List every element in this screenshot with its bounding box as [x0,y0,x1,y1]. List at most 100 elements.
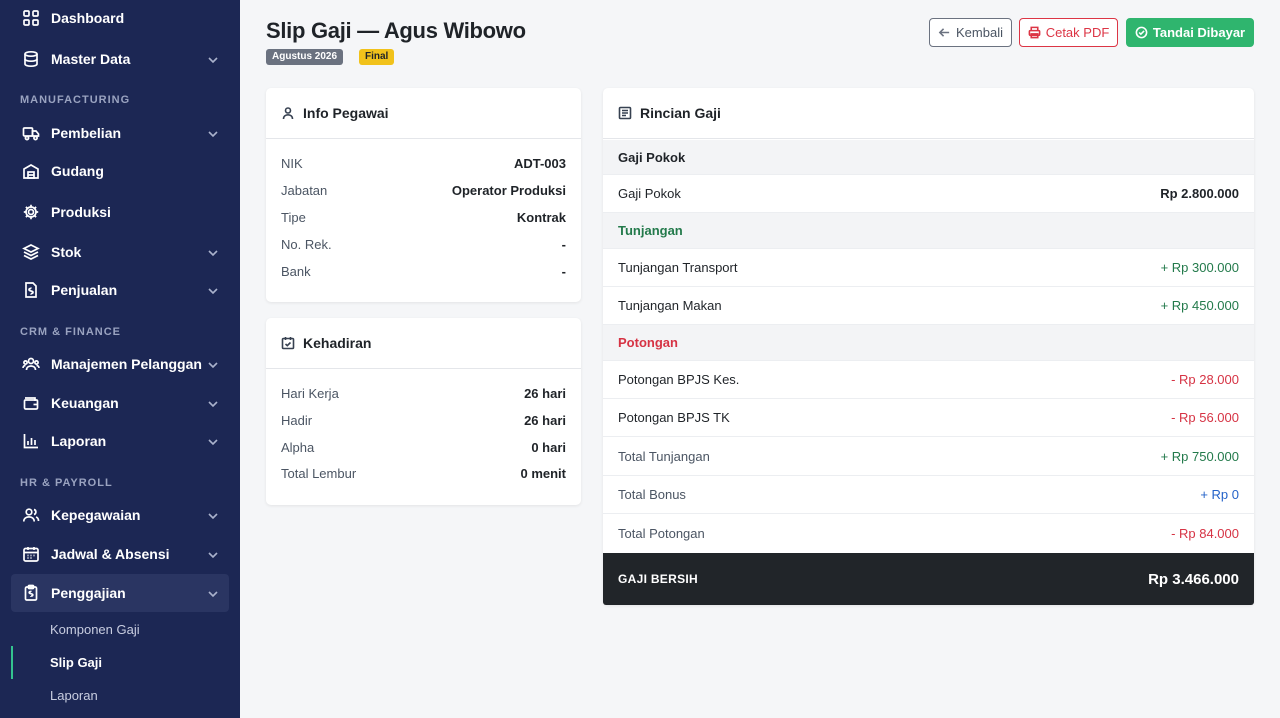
sidebar-item-manajemen-pelanggan[interactable]: Manajemen Pelanggan [11,346,229,382]
back-button[interactable]: Kembali [929,18,1012,47]
sidebar-item-jadwal-absensi[interactable]: Jadwal & Absensi [11,536,229,572]
sidebar-item-stok[interactable]: Stok [11,234,229,270]
kehadiran-header: Kehadiran [266,318,581,369]
total-tunjangan-amount: + Rp 750.000 [1160,448,1239,464]
rincian-gaji-card: Rincian Gaji Gaji Pokok Gaji Pokok Rp 2.… [603,88,1254,605]
arrow-left-icon [938,28,950,37]
period-badge: Agustus 2026 [266,49,344,65]
info-pegawai-card: Info Pegawai NIK ADT-003 Jabatan Operator … [266,88,581,302]
info-row: Bank - [281,261,566,281]
page-title: Slip Gaji — Agus Wibowo [266,18,526,43]
info-row: NIK ADT-003 [281,153,566,173]
net-salary-row: GAJI BERSIH Rp 3.466.000 [603,553,1254,605]
info-value: Operator Produksi [451,182,566,198]
status-badge: Final [359,49,395,65]
salary-label: Potongan BPJS TK [618,410,730,425]
info-pegawai-header: Info Pegawai [266,88,581,139]
mark-paid-button[interactable]: Tandai Dibayar [1126,18,1254,47]
chevron-down-icon [207,587,219,599]
salary-label: Tunjangan Transport [618,260,738,275]
salary-amount: - Rp 28.000 [1171,372,1239,387]
net-salary-amount: Rp 3.466.000 [1148,570,1239,588]
total-row: Total Potongan - Rp 84.000 [603,514,1254,553]
sidebar-item-laporan[interactable]: Laporan [11,423,229,459]
printer-icon [1028,26,1041,39]
total-potongan-label: Total Potongan [618,526,705,541]
salary-row: Potongan BPJS Kes. - Rp 28.000 [603,361,1254,399]
user-icon [282,107,294,120]
sidebar-item-pembelian[interactable]: Pembelian [11,115,229,151]
section-label: Potongan [618,335,678,350]
attendance-row: Total Lembur 0 menit [281,463,566,483]
sidebar-item-label: Master Data [51,51,131,67]
chevron-down-icon [207,435,219,447]
info-row: Tipe Kontrak [281,207,566,227]
total-bonus-label: Total Bonus [618,487,686,502]
mark-paid-button-label: Tandai Dibayar [1152,25,1246,40]
sidebar-subitem-komponen-gaji[interactable]: Komponen Gaji [50,622,140,637]
sidebar-subitem-laporan[interactable]: Laporan [50,688,98,703]
attendance-value: 26 hari [524,385,566,401]
calendar-check-icon [281,337,295,350]
attendance-label: Alpha [281,439,315,455]
sidebar-item-produksi[interactable]: Produksi [11,194,229,230]
sidebar-item-kepegawaian[interactable]: Kepegawaian [11,497,229,533]
section-row-gaji-pokok: Gaji Pokok [603,140,1254,175]
gear-icon [22,203,40,221]
chevron-down-icon [207,548,219,560]
sidebar-item-master-data[interactable]: Master Data [11,41,229,77]
kehadiran-title: Kehadiran [303,335,372,351]
back-button-label: Kembali [956,25,1003,40]
sidebar-item-dashboard[interactable]: Dashboard [11,0,229,36]
info-value: - [561,263,566,279]
sidebar-item-label: Pembelian [51,125,122,141]
sidebar-item-label: Laporan [51,433,107,449]
print-pdf-button[interactable]: Cetak PDF [1019,18,1118,47]
user-group-icon [22,506,40,524]
attendance-row: Alpha 0 hari [281,437,566,457]
sidebar-item-label: Stok [51,244,82,260]
total-bonus-amount: + Rp 0 [1200,487,1239,502]
active-indicator [11,646,13,679]
salary-row: Tunjangan Transport + Rp 300.000 [603,249,1254,287]
sidebar-subitem-slip-gaji[interactable]: Slip Gaji [50,655,102,670]
chevron-down-icon [207,284,219,296]
chevron-down-icon [207,397,219,409]
sidebar-item-penggajian[interactable]: Penggajian [11,574,229,612]
users-icon [22,355,40,373]
attendance-row: Hadir 26 hari [281,410,566,430]
sidebar-item-gudang[interactable]: Gudang [11,153,229,189]
rincian-gaji-header: Rincian Gaji [603,88,1254,139]
salary-amount: + Rp 300.000 [1160,260,1239,275]
chevron-down-icon [207,246,219,258]
info-label: Tipe [281,209,306,225]
warehouse-icon [22,162,40,180]
payroll-clipboard-icon [22,584,40,602]
sidebar-item-keuangan[interactable]: Keuangan [11,385,229,421]
salary-amount: + Rp 450.000 [1160,298,1239,313]
database-icon [22,50,40,68]
info-value: - [561,236,566,252]
sidebar-item-label: Produksi [51,204,111,220]
sidebar-item-penjualan[interactable]: Penjualan [11,272,229,308]
rincian-gaji-title: Rincian Gaji [640,105,721,121]
total-potongan-amount: - Rp 84.000 [1171,526,1239,541]
sidebar-item-label: Penjualan [51,282,118,298]
sidebar-item-label: Dashboard [51,10,125,26]
info-row: Jabatan Operator Produksi [281,180,566,200]
info-value: ADT-003 [513,155,566,171]
receipt-icon [618,106,632,120]
sidebar-item-label: Gudang [51,163,104,179]
sidebar-item-label: Jadwal & Absensi [51,546,170,562]
section-label-manufacturing: MANUFACTURING [20,94,131,106]
info-value: Kontrak [516,209,566,225]
section-label: Tunjangan [618,223,683,238]
salary-label: Tunjangan Makan [618,298,722,313]
attendance-value: 0 hari [531,439,566,455]
wallet-icon [22,394,40,412]
layers-icon [22,243,40,261]
attendance-value: 0 menit [520,465,566,481]
check-circle-icon [1135,26,1148,39]
sidebar: Dashboard Master Data MANUFACTURING Pemb… [0,0,240,718]
invoice-icon [22,281,40,299]
